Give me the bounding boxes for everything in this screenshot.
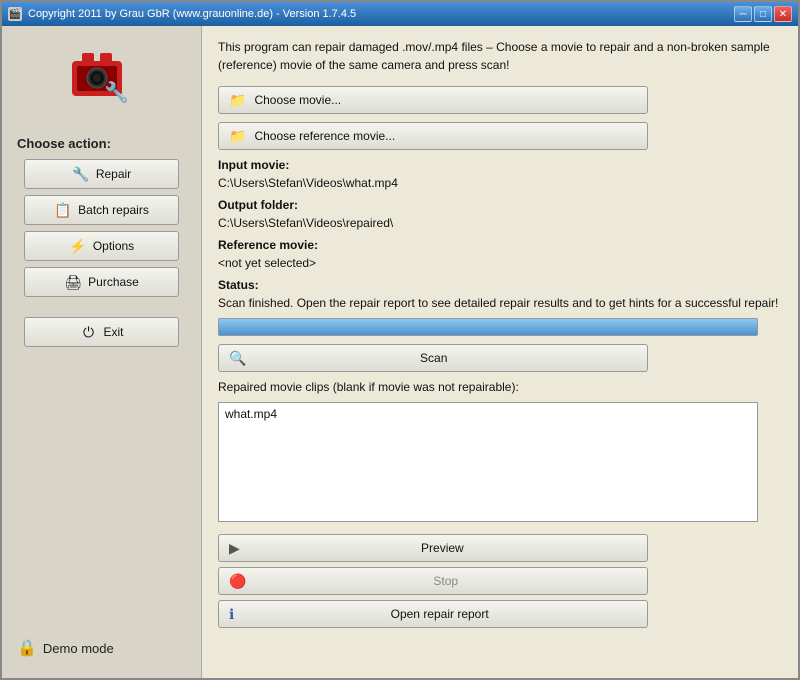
stop-label: Stop [254, 574, 637, 588]
repair-icon: 🔧 [72, 166, 90, 183]
output-folder-value: C:\Users\Stefan\Videos\repaired\ [218, 216, 782, 230]
content-area: 🔧 Choose action: 🔧 Repair 📋 Batch repair… [2, 26, 798, 678]
sidebar-buttons: 🔧 Repair 📋 Batch repairs ⚡ Options 🖨 Pur… [12, 159, 191, 297]
repair-label: Repair [96, 167, 131, 181]
lock-icon: 🔒 [17, 638, 37, 658]
choose-reference-label: Choose reference movie... [254, 129, 395, 143]
description-text: This program can repair damaged .mov/.mp… [218, 38, 782, 74]
bottom-buttons: ▶ Preview 🔴 Stop ℹ Open repair report [218, 534, 782, 628]
repaired-clips-label: Repaired movie clips (blank if movie was… [218, 380, 782, 394]
progress-bar [218, 318, 758, 336]
batch-label: Batch repairs [78, 203, 149, 217]
demo-mode-area: 🔒 Demo mode [17, 638, 114, 668]
demo-mode-label: Demo mode [43, 641, 114, 656]
reference-movie-label: Reference movie: [218, 238, 782, 252]
preview-label: Preview [248, 541, 637, 555]
reference-movie-section: Reference movie: <not yet selected> [218, 238, 782, 270]
app-logo: 🔧 [62, 41, 142, 121]
progress-bar-fill [219, 319, 757, 335]
input-movie-section: Input movie: C:\Users\Stefan\Videos\what… [218, 158, 782, 190]
minimize-button[interactable]: ─ [734, 6, 752, 22]
output-folder-section: Output folder: C:\Users\Stefan\Videos\re… [218, 198, 782, 230]
search-icon: 🔍 [229, 350, 246, 367]
folder-icon-2: 📁 [229, 128, 246, 145]
title-bar: 🎬 Copyright 2011 by Grau GbR (www.grauon… [2, 2, 798, 26]
main-window: 🎬 Copyright 2011 by Grau GbR (www.grauon… [0, 0, 800, 680]
output-folder-label: Output folder: [218, 198, 782, 212]
batch-repairs-button[interactable]: 📋 Batch repairs [24, 195, 179, 225]
purchase-label: Purchase [88, 275, 139, 289]
window-controls: ─ □ ✕ [734, 6, 792, 22]
app-icon: 🎬 [8, 7, 22, 21]
stop-icon: 🔴 [229, 573, 246, 590]
choose-movie-label: Choose movie... [254, 93, 341, 107]
input-movie-value: C:\Users\Stefan\Videos\what.mp4 [218, 176, 782, 190]
logo-area: 🔧 [52, 36, 152, 126]
title-bar-left: 🎬 Copyright 2011 by Grau GbR (www.grauon… [8, 7, 356, 21]
window-title: Copyright 2011 by Grau GbR (www.grauonli… [28, 8, 356, 20]
exit-button[interactable]: ⏻ Exit [24, 317, 179, 347]
maximize-button[interactable]: □ [754, 6, 772, 22]
status-value: Scan finished. Open the repair report to… [218, 296, 782, 310]
preview-button[interactable]: ▶ Preview [218, 534, 648, 562]
svg-text:🔧: 🔧 [104, 80, 129, 104]
stop-button[interactable]: 🔴 Stop [218, 567, 648, 595]
input-movie-label: Input movie: [218, 158, 782, 172]
exit-icon: ⏻ [79, 324, 97, 341]
purchase-icon: 🖨 [64, 274, 82, 291]
open-report-label: Open repair report [242, 607, 637, 621]
open-report-button[interactable]: ℹ Open repair report [218, 600, 648, 628]
close-button[interactable]: ✕ [774, 6, 792, 22]
options-label: Options [93, 239, 134, 253]
choose-action-label: Choose action: [17, 136, 111, 151]
options-button[interactable]: ⚡ Options [24, 231, 179, 261]
folder-icon-1: 📁 [229, 92, 246, 109]
exit-label: Exit [103, 325, 123, 339]
scan-button[interactable]: 🔍 Scan [218, 344, 648, 372]
choose-reference-button[interactable]: 📁 Choose reference movie... [218, 122, 648, 150]
choose-movie-button[interactable]: 📁 Choose movie... [218, 86, 648, 114]
scan-label: Scan [254, 351, 637, 365]
play-icon: ▶ [229, 540, 240, 557]
main-panel: This program can repair damaged .mov/.mp… [202, 26, 798, 678]
reference-movie-value: <not yet selected> [218, 256, 782, 270]
sidebar: 🔧 Choose action: 🔧 Repair 📋 Batch repair… [2, 26, 202, 678]
status-label: Status: [218, 278, 782, 292]
options-icon: ⚡ [69, 238, 87, 255]
repaired-clips-textarea[interactable] [218, 402, 758, 522]
batch-icon: 📋 [54, 202, 72, 219]
info-icon: ℹ [229, 606, 234, 623]
repair-button[interactable]: 🔧 Repair [24, 159, 179, 189]
status-section: Status: Scan finished. Open the repair r… [218, 278, 782, 310]
purchase-button[interactable]: 🖨 Purchase [24, 267, 179, 297]
